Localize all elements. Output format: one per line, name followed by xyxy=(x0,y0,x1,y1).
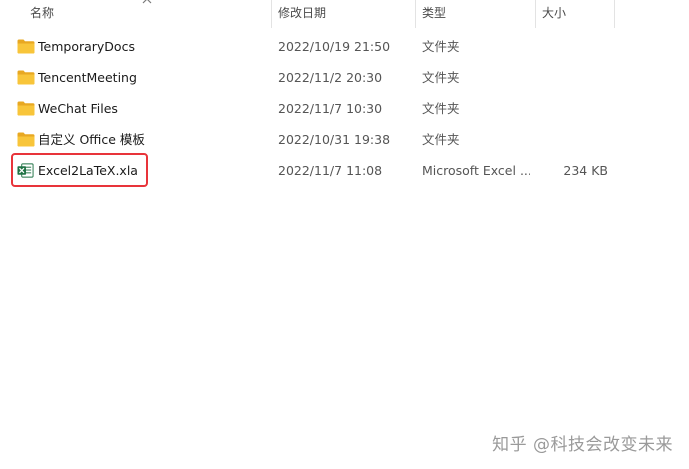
file-size: 234 KB xyxy=(563,163,608,178)
column-header-size[interactable]: 大小 xyxy=(542,0,566,28)
file-row[interactable]: TencentMeeting 2022/11/2 20:30 文件夹 xyxy=(0,62,689,93)
file-type: 文件夹 xyxy=(422,39,460,54)
file-size xyxy=(540,124,608,155)
watermark: 知乎 @科技会改变未来 xyxy=(492,435,673,455)
file-size xyxy=(540,31,608,62)
file-type: 文件夹 xyxy=(422,132,460,147)
file-row[interactable]: 自定义 Office 模板 2022/10/31 19:38 文件夹 xyxy=(0,124,689,155)
column-header-date[interactable]: 修改日期 xyxy=(278,0,326,28)
column-header-name[interactable]: 名称 xyxy=(30,0,54,28)
file-date: 2022/11/7 11:08 xyxy=(278,163,383,178)
file-row[interactable]: TemporaryDocs 2022/10/19 21:50 文件夹 xyxy=(0,31,689,62)
column-header-bar: 名称 修改日期 类型 大小 xyxy=(0,0,689,28)
file-date: 2022/10/31 19:38 xyxy=(278,132,391,147)
folder-icon xyxy=(17,132,35,147)
file-date: 2022/10/19 21:50 xyxy=(278,39,391,54)
file-type: 文件夹 xyxy=(422,101,460,116)
file-date: 2022/11/2 20:30 xyxy=(278,70,383,85)
column-divider[interactable] xyxy=(535,0,536,28)
folder-icon xyxy=(17,70,35,85)
file-type: Microsoft Excel ... xyxy=(422,163,530,178)
folder-icon xyxy=(17,39,35,54)
file-size xyxy=(540,93,608,124)
column-divider[interactable] xyxy=(271,0,272,28)
file-name: TemporaryDocs xyxy=(38,39,135,54)
folder-icon xyxy=(17,101,35,116)
file-row[interactable]: WeChat Files 2022/11/7 10:30 文件夹 xyxy=(0,93,689,124)
file-type: 文件夹 xyxy=(422,70,460,85)
file-name: WeChat Files xyxy=(38,101,118,116)
column-divider[interactable] xyxy=(415,0,416,28)
file-date: 2022/11/7 10:30 xyxy=(278,101,383,116)
column-divider[interactable] xyxy=(614,0,615,28)
file-name: TencentMeeting xyxy=(38,70,137,85)
column-header-type[interactable]: 类型 xyxy=(422,0,446,28)
file-size xyxy=(540,62,608,93)
file-name: 自定义 Office 模板 xyxy=(38,132,145,147)
sort-up-icon xyxy=(142,0,152,4)
highlight-annotation xyxy=(11,153,148,187)
